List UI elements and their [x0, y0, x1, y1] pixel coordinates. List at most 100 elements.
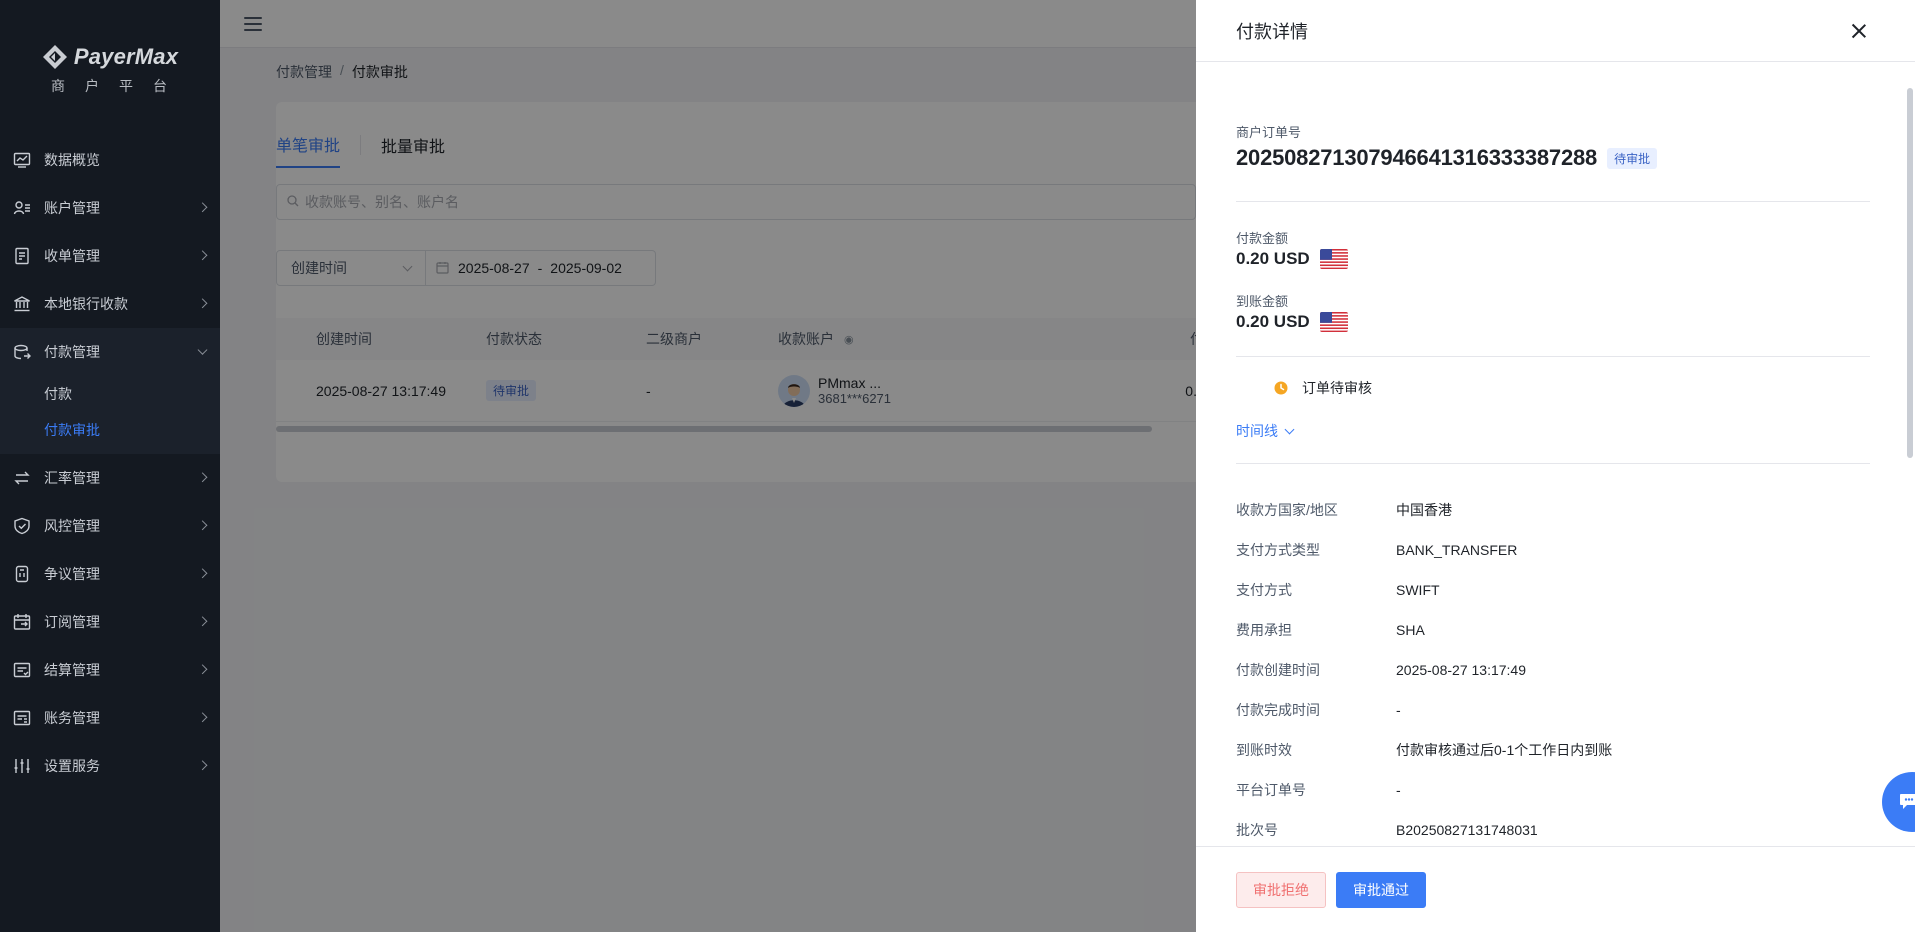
detail-value: 2025-08-27 13:17:49	[1396, 662, 1526, 678]
chart-icon	[12, 150, 32, 170]
receive-amount: 0.20 USD	[1236, 312, 1310, 331]
detail-row: 支付方式类型 BANK_TRANSFER	[1236, 530, 1870, 570]
dispute-icon	[12, 564, 32, 584]
detail-key: 支付方式类型	[1236, 542, 1320, 558]
divider	[1236, 463, 1870, 464]
detail-value: SHA	[1396, 622, 1425, 638]
sidebar-item-settlement[interactable]: 结算管理	[0, 646, 220, 694]
us-flag-icon	[1319, 312, 1348, 332]
sidebar-item-exchange[interactable]: 汇率管理	[0, 454, 220, 502]
payment-icon	[12, 342, 32, 362]
sidebar-item-acquiring[interactable]: 收单管理	[0, 232, 220, 280]
chevron-right-icon	[197, 568, 208, 579]
exchange-icon	[12, 468, 32, 488]
detail-row: 到账时效 付款审核通过后0-1个工作日内到账	[1236, 730, 1870, 770]
sidebar-item-dispute[interactable]: 争议管理	[0, 550, 220, 598]
sidebar-item-label: 收单管理	[44, 248, 100, 264]
detail-key: 费用承担	[1236, 622, 1292, 638]
order-status-badge: 待审批	[1607, 147, 1658, 169]
detail-key: 收款方国家/地区	[1236, 502, 1338, 518]
detail-row: 费用承担 SHA	[1236, 610, 1870, 650]
sidebar-item-label: 订阅管理	[44, 614, 100, 630]
chevron-right-icon	[197, 250, 208, 261]
logo-text: PayerMax	[73, 44, 179, 69]
sidebar-item-label: 汇率管理	[44, 470, 100, 486]
us-flag-icon	[1319, 249, 1348, 269]
sidebar-group-payment: 付款管理 付款 付款审批	[0, 328, 220, 454]
chevron-right-icon	[197, 520, 208, 531]
detail-value: BANK_TRANSFER	[1396, 542, 1518, 558]
pay-amount-label: 付款金额	[1236, 231, 1289, 246]
drawer-header: 付款详情	[1196, 0, 1915, 62]
sidebar-item-overview[interactable]: 数据概览	[0, 136, 220, 184]
document-icon	[12, 246, 32, 266]
payment-detail-drawer: 付款详情 商户订单号 20250827130794664131633338728…	[1196, 0, 1915, 932]
order-block: 商户订单号 202508271307946641316333387288 待审批	[1236, 122, 1870, 171]
sidebar-item-account[interactable]: 账户管理	[0, 184, 220, 232]
order-number-label: 商户订单号	[1236, 125, 1302, 140]
detail-value: SWIFT	[1396, 582, 1440, 598]
close-icon[interactable]	[1849, 21, 1869, 41]
detail-value: -	[1396, 782, 1401, 798]
timeline-label: 时间线	[1236, 423, 1278, 439]
timeline-toggle[interactable]: 时间线	[1236, 419, 1870, 443]
sidebar-item-risk[interactable]: 风控管理	[0, 502, 220, 550]
ledger-icon	[12, 708, 32, 728]
chevron-right-icon	[197, 202, 208, 213]
sidebar-item-label: 账户管理	[44, 200, 100, 216]
sidebar-item-label: 数据概览	[44, 152, 100, 168]
sidebar: PayerMax 商户平台 数据概览 账户管理 收单管理 本地银行收款 付款管理	[0, 0, 220, 932]
chevron-down-icon	[1284, 424, 1295, 434]
detail-key: 付款完成时间	[1236, 702, 1320, 718]
detail-row: 批次号 B20250827131748031	[1236, 810, 1870, 850]
calendar-icon	[12, 612, 32, 632]
detail-row: 收款方国家/地区 中国香港	[1236, 490, 1870, 530]
sidebar-item-settings[interactable]: 设置服务	[0, 742, 220, 790]
sidebar-item-subscription[interactable]: 订阅管理	[0, 598, 220, 646]
payermax-logo-icon	[42, 44, 68, 70]
receive-amount-label: 到账金额	[1236, 294, 1289, 309]
order-status-text: 订单待审核	[1302, 380, 1372, 396]
detail-row: 付款完成时间 -	[1236, 690, 1870, 730]
sidebar-item-label: 账务管理	[44, 710, 100, 726]
detail-value: -	[1396, 702, 1401, 718]
shield-icon	[12, 516, 32, 536]
chevron-right-icon	[197, 664, 208, 675]
chevron-right-icon	[197, 712, 208, 723]
drawer-scrollbar[interactable]	[1907, 88, 1913, 458]
detail-row: 平台订单号 -	[1236, 770, 1870, 810]
sidebar-item-accounting[interactable]: 账务管理	[0, 694, 220, 742]
sidebar-item-payment[interactable]: 付款管理	[0, 328, 220, 376]
detail-list: 收款方国家/地区 中国香港 支付方式类型 BANK_TRANSFER 支付方式 SWI…	[1236, 490, 1870, 850]
detail-key: 付款创建时间	[1236, 662, 1320, 678]
receive-amount-block: 到账金额 0.20 USD	[1236, 291, 1870, 332]
reject-button[interactable]: 审批拒绝	[1236, 871, 1326, 908]
sidebar-item-label: 设置服务	[44, 758, 100, 774]
settings-icon	[12, 756, 32, 776]
detail-row: 支付方式 SWIFT	[1236, 570, 1870, 610]
modal-overlay[interactable]	[220, 0, 1196, 932]
drawer-body: 商户订单号 202508271307946641316333387288 待审批…	[1236, 62, 1870, 850]
logo[interactable]: PayerMax 商户平台	[0, 0, 220, 130]
detail-key: 支付方式	[1236, 582, 1292, 598]
chevron-right-icon	[197, 298, 208, 309]
sidebar-nav: 数据概览 账户管理 收单管理 本地银行收款 付款管理 付款 付款审批 汇率管理 …	[0, 136, 220, 790]
sidebar-item-label: 本地银行收款	[44, 296, 128, 312]
bank-icon	[12, 294, 32, 314]
pay-amount-block: 付款金额 0.20 USD	[1236, 228, 1870, 269]
sidebar-item-local-bank[interactable]: 本地银行收款	[0, 280, 220, 328]
sidebar-item-label: 风控管理	[44, 518, 100, 534]
approve-button[interactable]: 审批通过	[1336, 871, 1426, 908]
detail-key: 到账时效	[1236, 742, 1292, 758]
sidebar-item-label: 争议管理	[44, 566, 100, 582]
detail-key: 批次号	[1236, 822, 1278, 838]
detail-value: B20250827131748031	[1396, 822, 1538, 838]
sidebar-subitem-payment[interactable]: 付款	[0, 376, 220, 412]
drawer-footer: 审批拒绝 审批通过	[1196, 846, 1915, 932]
logo-subtitle: 商户平台	[51, 78, 187, 94]
drawer-title: 付款详情	[1236, 21, 1308, 42]
chevron-down-icon	[197, 344, 208, 355]
user-icon	[12, 198, 32, 218]
chevron-right-icon	[197, 616, 208, 627]
sidebar-subitem-payment-approval[interactable]: 付款审批	[0, 412, 220, 448]
